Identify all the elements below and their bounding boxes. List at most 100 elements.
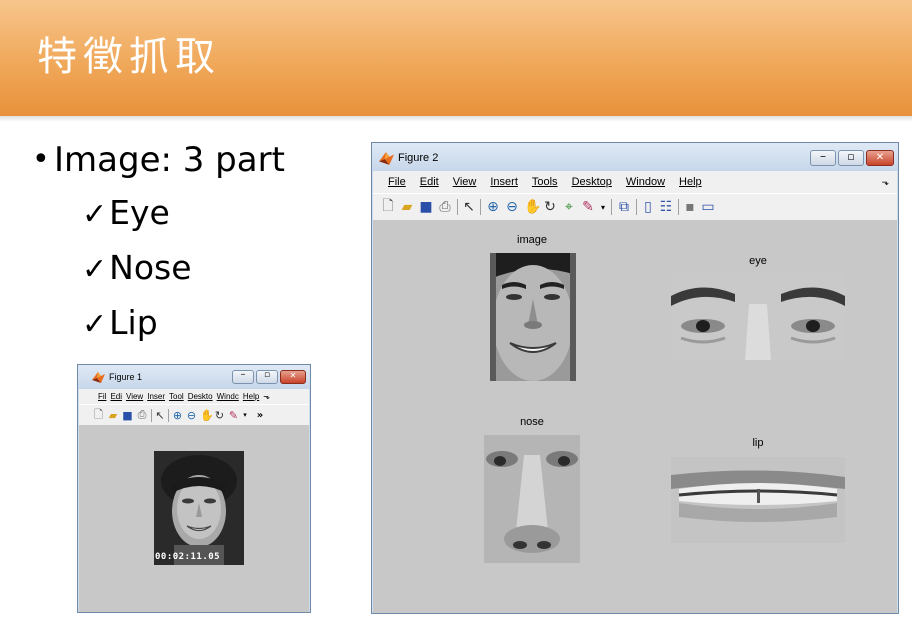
subplot-title-eye: eye xyxy=(749,255,767,267)
figure2-menu-window[interactable]: Window xyxy=(626,176,665,188)
slide-title-band: 特徵抓取 xyxy=(0,0,912,122)
figure2-menubar: File Edit View Insert Tools Desktop Wind… xyxy=(373,171,897,193)
subplot-lip-image xyxy=(671,457,845,543)
figure1-menubar: Fil Edi View Inser Tool Deskto Windc Hel… xyxy=(79,389,309,404)
toolbar-separator xyxy=(678,199,679,215)
figure2-menu-tools[interactable]: Tools xyxy=(532,176,558,188)
figure2-menu-view[interactable]: View xyxy=(453,176,477,188)
video-timestamp: 00:02:11.05 xyxy=(155,552,221,562)
figure2-menu-dock-icon[interactable]: ⬎ xyxy=(881,177,889,188)
toolbar-separator xyxy=(457,199,458,215)
bullet-marker: • xyxy=(32,142,50,177)
figure1-title: Figure 1 xyxy=(109,372,143,382)
data-cursor-icon[interactable]: ⌖ xyxy=(562,199,576,215)
toolbar-separator xyxy=(611,199,612,215)
brush-icon[interactable]: ✎ xyxy=(228,409,239,422)
toolbar-separator xyxy=(168,408,169,422)
colorbar-icon[interactable]: ▯ xyxy=(642,199,654,215)
figure2-close-button[interactable]: ✕ xyxy=(866,150,894,166)
save-icon[interactable]: ■ xyxy=(419,199,433,215)
check-icon: ✓ xyxy=(82,252,108,287)
toolbar-overflow-icon[interactable]: » xyxy=(255,410,265,421)
new-file-icon[interactable]: 🗋 xyxy=(93,406,104,425)
figure1-menu-desktop[interactable]: Deskto xyxy=(188,392,213,401)
figure1-menu-window[interactable]: Windc xyxy=(217,392,239,401)
figure2-canvas: image eye nose lip xyxy=(373,221,897,613)
figure1-menu-view[interactable]: View xyxy=(126,392,143,401)
open-folder-icon[interactable]: ▰ xyxy=(107,409,119,422)
pointer-icon[interactable]: ↖ xyxy=(463,199,475,215)
slide-title: 特徵抓取 xyxy=(37,34,221,80)
sub-item-eye: ✓Eye xyxy=(32,186,285,241)
check-icon: ✓ xyxy=(82,197,108,232)
figure1-menu-tools[interactable]: Tool xyxy=(169,392,184,401)
title-band-shadow xyxy=(0,116,912,122)
figure1-menu-insert[interactable]: Inser xyxy=(147,392,165,401)
print-icon[interactable]: ⎙ xyxy=(438,199,452,215)
toolbar-separator xyxy=(480,199,481,215)
sub-item-lip: ✓Lip xyxy=(32,296,285,351)
dropdown-arrow-icon[interactable]: ▾ xyxy=(242,411,248,419)
figure2-menu-file[interactable]: File xyxy=(388,176,406,188)
toolbar-separator xyxy=(636,199,637,215)
open-folder-icon[interactable]: ▰ xyxy=(400,199,414,215)
rotate-3d-icon[interactable]: ↻ xyxy=(214,409,225,422)
figure2-toolbar: 🗋 ▰ ■ ⎙ ↖ ⊕ ⊖ ✋ ↻ ⌖ ✎ ▾ ⧉ ▯ ☷ ▪ ▭ xyxy=(373,193,897,221)
subplot-image-face xyxy=(490,253,576,381)
matlab-logo-icon xyxy=(92,372,105,383)
subplot-nose-image xyxy=(484,435,580,563)
zoom-out-icon[interactable]: ⊖ xyxy=(505,199,519,215)
show-plot-tools-icon[interactable]: ▭ xyxy=(701,199,715,215)
figure1-maximize-button[interactable]: ▫ xyxy=(256,370,278,384)
face-image xyxy=(154,451,244,565)
legend-icon[interactable]: ☷ xyxy=(659,199,673,215)
sub-item-label: Nose xyxy=(109,248,192,287)
figure1-menu-help[interactable]: Help xyxy=(243,392,259,401)
zoom-out-icon[interactable]: ⊖ xyxy=(186,409,197,422)
brush-icon[interactable]: ✎ xyxy=(581,199,595,215)
zoom-in-icon[interactable]: ⊕ xyxy=(486,199,500,215)
figure1-close-button[interactable]: ✕ xyxy=(280,370,306,384)
subplot-title-nose: nose xyxy=(520,416,544,428)
new-file-icon[interactable]: 🗋 xyxy=(381,195,395,219)
figure1-menu-edit[interactable]: Edi xyxy=(110,392,122,401)
sub-item-label: Eye xyxy=(109,193,170,232)
figure2-titlebar[interactable]: Figure 2 – ▫ ✕ xyxy=(372,143,898,171)
link-plot-icon[interactable]: ⧉ xyxy=(617,199,631,215)
rotate-3d-icon[interactable]: ↻ xyxy=(543,199,557,215)
subplot-eye-image xyxy=(671,274,845,360)
figure2-maximize-button[interactable]: ▫ xyxy=(838,150,864,166)
figure1-menu-overflow-icon[interactable]: ⬎ xyxy=(263,392,270,401)
figure2-menu-edit[interactable]: Edit xyxy=(420,176,439,188)
figure2-menu-desktop[interactable]: Desktop xyxy=(572,176,612,188)
hide-plot-tools-icon[interactable]: ▪ xyxy=(684,199,696,215)
figure2-minimize-button[interactable]: – xyxy=(810,149,836,166)
figure2-menu-help[interactable]: Help xyxy=(679,176,702,188)
figure1-minimize-button[interactable]: – xyxy=(232,369,254,384)
figure2-title: Figure 2 xyxy=(398,152,439,164)
bullet-list: • Image: 3 part ✓Eye ✓Nose ✓Lip xyxy=(32,134,285,351)
figure1-menu-file[interactable]: Fil xyxy=(98,392,106,401)
bullet-text: Image: 3 part xyxy=(54,140,285,180)
dropdown-arrow-icon[interactable]: ▾ xyxy=(600,203,606,212)
figure2-window: Figure 2 – ▫ ✕ File Edit View Insert Too… xyxy=(371,142,899,614)
pointer-icon[interactable]: ↖ xyxy=(155,409,165,422)
figure1-toolbar: 🗋 ▰ ■ ⎙ ↖ ⊕ ⊖ ✋ ↻ ✎ ▾ » xyxy=(79,404,309,426)
print-icon[interactable]: ⎙ xyxy=(136,408,148,422)
subplot-title-image: image xyxy=(517,234,547,246)
matlab-logo-icon xyxy=(379,152,394,165)
bullet-item-main: • Image: 3 part xyxy=(32,134,285,186)
figure1-titlebar[interactable]: Figure 1 – ▫ ✕ xyxy=(78,365,310,389)
figure1-canvas: 00:02:11.05 xyxy=(79,426,309,612)
figure2-menu-insert[interactable]: Insert xyxy=(490,176,518,188)
zoom-in-icon[interactable]: ⊕ xyxy=(172,409,183,422)
figure1-window: Figure 1 – ▫ ✕ Fil Edi View Inser Tool D… xyxy=(77,364,311,613)
pan-hand-icon[interactable]: ✋ xyxy=(524,199,541,215)
check-icon: ✓ xyxy=(82,307,108,342)
subplot-title-lip: lip xyxy=(752,437,764,449)
sub-item-label: Lip xyxy=(109,303,158,342)
toolbar-separator xyxy=(151,408,152,422)
save-icon[interactable]: ■ xyxy=(122,409,133,422)
pan-hand-icon[interactable]: ✋ xyxy=(200,409,214,422)
sub-item-nose: ✓Nose xyxy=(32,241,285,296)
